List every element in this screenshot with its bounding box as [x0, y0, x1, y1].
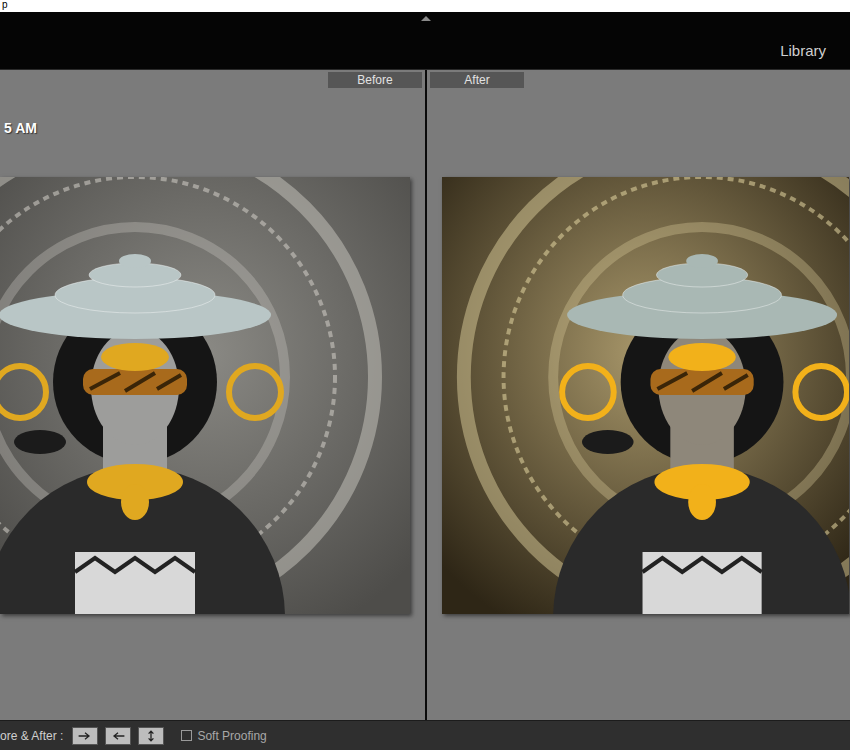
divider	[425, 70, 427, 720]
view-panel: Before 5 AM	[0, 70, 425, 720]
copy-before-to-after-button[interactable]	[72, 727, 98, 745]
compare-area: Before 5 AM After	[0, 70, 850, 720]
bottom-toolbar: ore & After : Soft Proofing	[0, 720, 850, 750]
soft-proofing-label: Soft Proofing	[197, 729, 266, 743]
top-strip: p	[0, 0, 850, 12]
view-label: After	[430, 72, 524, 88]
copy-after-to-before-button[interactable]	[105, 727, 131, 745]
swap-button[interactable]	[138, 727, 164, 745]
capture-time: 5 AM	[0, 120, 425, 136]
swap-icon	[143, 730, 159, 742]
photo-after	[442, 177, 849, 614]
panel-toggle-icon[interactable]	[421, 16, 431, 21]
lightroom-window: p Library Before 5 AM After ore & After : Soft…	[0, 0, 850, 750]
module-library[interactable]: Library	[780, 42, 826, 59]
photo-before	[0, 177, 410, 614]
view-panel: After	[427, 70, 850, 720]
arrow-right-icon	[77, 730, 93, 742]
checkbox[interactable]	[181, 730, 192, 741]
before-after-label: ore & After :	[0, 729, 63, 743]
top-strip-text: p	[2, 0, 8, 10]
arrow-left-icon	[110, 730, 126, 742]
soft-proofing-checkbox[interactable]: Soft Proofing	[181, 729, 266, 743]
module-header: Library	[0, 12, 850, 70]
view-label: Before	[328, 72, 422, 88]
